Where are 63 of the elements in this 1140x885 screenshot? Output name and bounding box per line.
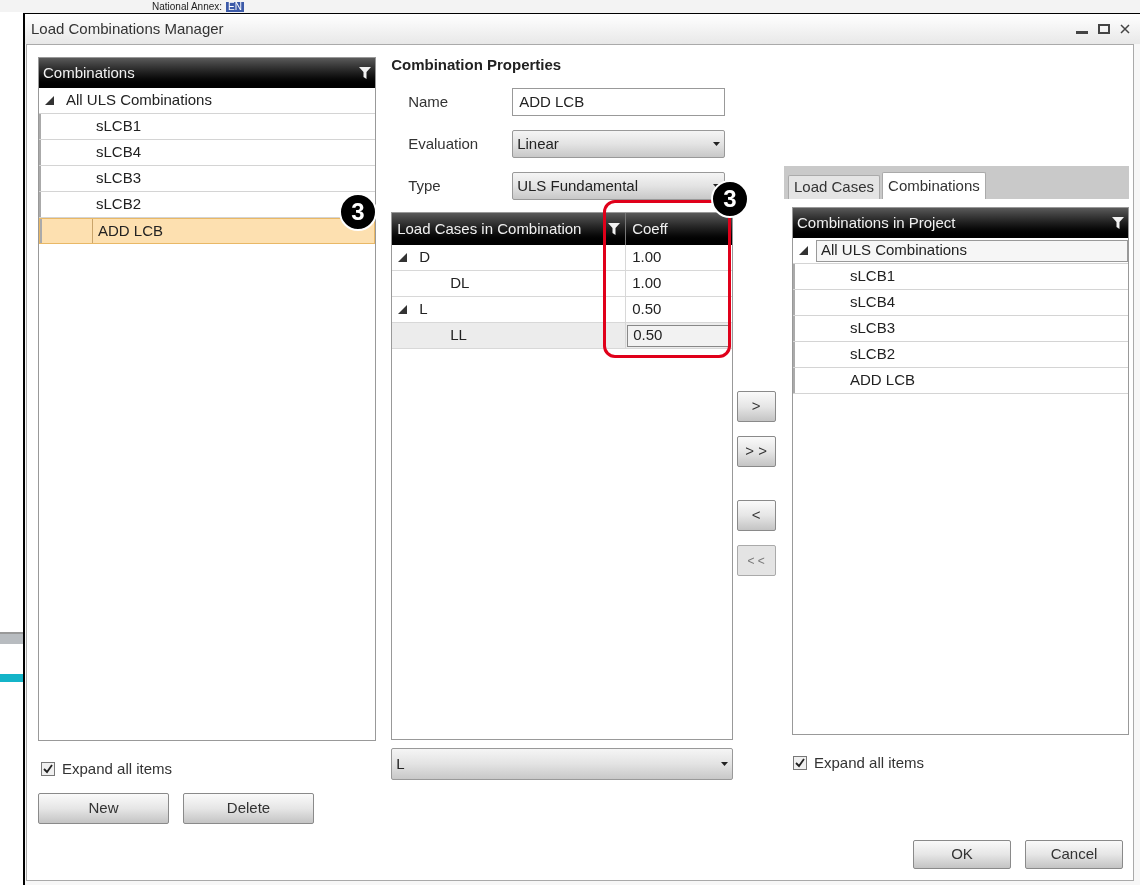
load-case-dropdown[interactable]: L bbox=[391, 748, 734, 780]
background-accent-bar bbox=[0, 674, 23, 682]
filter-icon[interactable] bbox=[1112, 216, 1124, 230]
transfer-button[interactable]: < bbox=[736, 500, 776, 531]
tree-item[interactable]: All ULS Combinations bbox=[816, 239, 1128, 262]
expand-triangle-icon[interactable] bbox=[799, 246, 808, 255]
tree-item[interactable]: All ULS Combinations bbox=[62, 89, 375, 112]
dialog-button[interactable]: OK bbox=[913, 839, 1011, 869]
table-cell-text: DL bbox=[449, 273, 470, 294]
tab[interactable]: Combinations bbox=[882, 172, 986, 199]
transfer-button[interactable]: > bbox=[736, 391, 776, 422]
tree-item[interactable]: sLCB1 bbox=[91, 114, 147, 139]
tree-item[interactable]: sLCB4 bbox=[91, 140, 147, 165]
coeff-cell[interactable]: 1.00 bbox=[627, 272, 732, 295]
grid-row[interactable]: D 1.00 bbox=[392, 245, 733, 271]
expand-triangle-icon[interactable] bbox=[398, 253, 408, 262]
tree-item[interactable]: sLCB3 bbox=[845, 316, 901, 341]
dialog-button[interactable]: New bbox=[38, 792, 169, 824]
table-cell-text: D bbox=[418, 247, 430, 268]
grid-row[interactable]: LL 0.50 bbox=[392, 323, 733, 349]
transfer-button[interactable]: > > bbox=[736, 436, 776, 467]
evaluation-dropdown[interactable]: Linear bbox=[512, 130, 726, 158]
name-field[interactable]: ADD LCB bbox=[512, 88, 726, 116]
grid-row[interactable]: DL 1.00 bbox=[392, 271, 733, 297]
coeff-cell[interactable]: 1.00 bbox=[627, 246, 732, 269]
window-title: Load Combinations Manager bbox=[31, 18, 224, 39]
table-cell-text: L bbox=[418, 299, 428, 320]
background-strip bbox=[0, 632, 23, 644]
filter-icon[interactable] bbox=[359, 66, 371, 80]
tab[interactable]: Load Cases bbox=[788, 175, 881, 199]
expand-triangle-icon[interactable] bbox=[398, 305, 408, 314]
dialog-button[interactable]: Cancel bbox=[1025, 839, 1123, 869]
field-label: Type bbox=[408, 175, 442, 196]
checkbox-label: Expand all items bbox=[62, 759, 173, 779]
header-title: Combinations bbox=[43, 62, 135, 83]
dropdown-arrow-icon bbox=[721, 762, 729, 766]
tree-item[interactable]: sLCB2 bbox=[91, 192, 147, 217]
checkbox[interactable] bbox=[793, 756, 807, 771]
background-value: EN bbox=[226, 1, 244, 12]
checkbox[interactable] bbox=[41, 762, 55, 777]
dialog-button[interactable]: Delete bbox=[183, 792, 314, 824]
tree-item[interactable]: sLCB1 bbox=[845, 264, 901, 289]
close-icon[interactable] bbox=[1120, 24, 1130, 34]
tree-item[interactable]: sLCB3 bbox=[91, 166, 147, 191]
expand-triangle-icon[interactable] bbox=[45, 96, 54, 105]
header-title: Combinations in Project bbox=[797, 212, 956, 233]
column-title: Load Cases in Combination bbox=[397, 218, 582, 239]
check-icon bbox=[795, 758, 805, 769]
field-label: Evaluation bbox=[408, 133, 480, 154]
checkbox-label: Expand all items bbox=[814, 753, 925, 773]
maximize-icon[interactable] bbox=[1098, 24, 1110, 34]
check-icon bbox=[43, 764, 53, 775]
coeff-cell[interactable]: 0.50 bbox=[627, 298, 732, 321]
tree-item[interactable]: ADD LCB bbox=[845, 368, 921, 393]
dropdown-arrow-icon bbox=[713, 142, 721, 146]
field-label: Name bbox=[408, 91, 450, 112]
tree-item[interactable]: sLCB2 bbox=[845, 342, 901, 367]
column-header[interactable]: Load Cases in Combination bbox=[392, 213, 627, 245]
section-title: Combination Properties bbox=[391, 56, 563, 74]
filter-icon[interactable] bbox=[608, 222, 621, 236]
tree-item[interactable]: sLCB4 bbox=[845, 290, 901, 315]
table-cell-text: LL bbox=[449, 325, 467, 346]
background-label: National Annex: bbox=[152, 1, 223, 12]
